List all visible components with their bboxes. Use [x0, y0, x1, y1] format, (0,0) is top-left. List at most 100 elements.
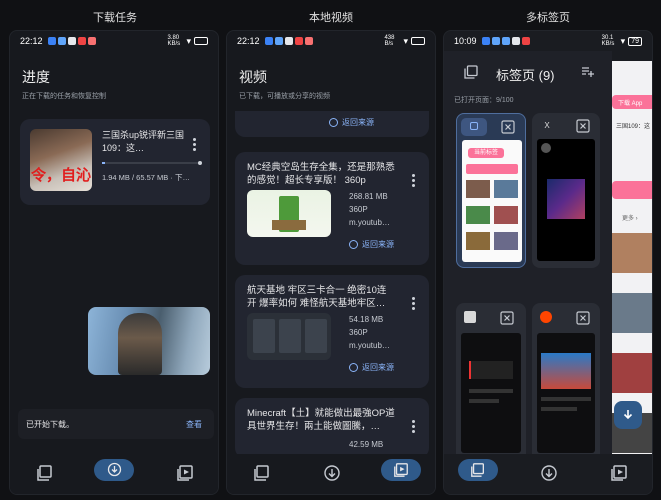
download-icon[interactable]	[540, 464, 558, 482]
tabs-icon[interactable]	[253, 464, 271, 482]
tab-switcher-panel: 标签页 (9) 已打开页面：9/100 当前标签 X	[444, 51, 612, 463]
video-library-icon[interactable]	[610, 464, 628, 482]
video-source: m.youtub…	[349, 218, 390, 227]
bottom-nav	[10, 454, 218, 494]
tab-favicon	[461, 118, 487, 136]
mini-video-player[interactable]	[88, 307, 210, 375]
notification-icons	[264, 37, 313, 45]
video-card-partial: 返回来源	[235, 111, 429, 137]
battery-icon: 79	[628, 36, 642, 46]
status-right: 30.1 KB/s ▾ 79	[602, 35, 642, 47]
download-progress-bar	[102, 161, 202, 165]
tab-card[interactable]	[456, 303, 526, 463]
close-tab-icon[interactable]	[576, 119, 590, 133]
status-time: 22:12	[237, 36, 260, 46]
more-icon[interactable]	[411, 297, 415, 310]
tabs-icon[interactable]	[36, 464, 54, 482]
more-icon[interactable]	[411, 420, 415, 433]
bg-pink-bar	[612, 181, 652, 199]
download-icon	[623, 410, 633, 420]
snackbar-text: 已开始下载。	[26, 420, 74, 429]
bottom-nav	[227, 454, 435, 494]
close-tab-icon[interactable]	[500, 311, 514, 325]
video-library-icon[interactable]	[176, 464, 194, 482]
network-speed: 30.1 KB/s	[601, 35, 615, 47]
tabs-count-title: 标签页 (9)	[496, 68, 555, 83]
nav-downloads-active[interactable]	[94, 459, 134, 481]
notification-icons	[47, 37, 96, 45]
bg-more: 更多 ›	[622, 216, 638, 222]
nav-videos-active[interactable]	[381, 459, 421, 481]
tab-overview-icon[interactable]	[464, 65, 478, 79]
video-title: 航天基地 牢区三卡合一 绝密10连开 爆率如何 难怪航天基地牢区…	[247, 285, 387, 309]
back-to-source-link[interactable]: 返回来源	[349, 362, 394, 373]
battery-icon	[411, 37, 425, 45]
network-speed: 438 B/s	[384, 35, 395, 47]
more-icon[interactable]	[411, 174, 415, 187]
thumbnail-text: 令，自沁	[30, 167, 91, 184]
open-pages-count: 已打开页面：9/100	[454, 97, 514, 104]
video-thumbnail	[247, 190, 331, 237]
tab-preview: 当前标签	[462, 140, 522, 262]
network-speed: 3.80 KB/s	[167, 35, 181, 47]
wifi-icon: ▾	[620, 35, 626, 46]
back-to-source-link[interactable]: 返回来源	[349, 239, 394, 250]
download-icon	[107, 462, 122, 477]
tab-card-active[interactable]: 当前标签	[456, 113, 526, 268]
status-bar: 22:12 3.80 KB/s ▾	[10, 31, 218, 51]
video-size: 54.18 MB	[349, 315, 384, 324]
more-icon[interactable]	[192, 138, 196, 151]
snackbar-view-button[interactable]: 查看	[186, 419, 202, 430]
page-title: 视频	[239, 69, 267, 85]
video-card[interactable]: Minecraft【土】就能做出最強OP道具世界生存！兩土能做圖騰，… 42.5…	[235, 398, 429, 458]
tab-preview	[537, 333, 595, 453]
tabs-icon	[471, 463, 484, 477]
download-card[interactable]: 令，自沁 三国杀up锐评新三国109：这… 1.94 MB / 65.57 MB…	[20, 119, 210, 205]
phone-tabs: 下载 App 三国109：这 更多 › 10:09 30.1 KB/s ▾ 79…	[443, 30, 653, 495]
video-size: 42.59 MB	[349, 440, 384, 449]
bg-text: 三国109：这	[616, 124, 651, 130]
tab-card[interactable]: X	[532, 113, 600, 268]
status-right: 3.80 KB/s ▾	[167, 35, 208, 47]
close-tab-icon[interactable]	[501, 120, 515, 134]
video-card[interactable]: MC经典空岛生存全集，还是那熟悉的感觉！超长专享版！ 360p 268.81 M…	[235, 152, 429, 265]
video-source: m.youtub…	[349, 341, 390, 350]
battery-icon	[194, 37, 208, 45]
video-library-icon	[394, 463, 408, 477]
download-thumbnail: 令，自沁	[30, 129, 92, 191]
video-card[interactable]: 航天基地 牢区三卡合一 绝密10连开 爆率如何 难怪航天基地牢区… 54.18 …	[235, 275, 429, 388]
globe-icon	[349, 240, 358, 249]
status-time: 22:12	[20, 36, 43, 46]
wifi-icon: ▾	[186, 35, 191, 46]
tab-preview	[537, 139, 595, 261]
globe-icon	[349, 363, 358, 372]
download-size: 1.94 MB / 65.57 MB · 下…	[102, 173, 190, 182]
bottom-nav	[444, 454, 652, 494]
new-tab-icon[interactable]	[580, 65, 594, 79]
phone-local-videos: 22:12 438 B/s ▾ 视频 已下载，可播放或分享的视频 返回来源 MC…	[226, 30, 436, 495]
phone-downloads: 22:12 3.80 KB/s ▾ 进度 正在下载的任务和恢复控制 令，自沁 三…	[9, 30, 219, 495]
nav-tabs-active[interactable]	[458, 459, 498, 481]
back-to-source-link[interactable]: 返回来源	[329, 117, 374, 128]
download-icon[interactable]	[323, 464, 341, 482]
caption-downloads: 下载任务	[93, 12, 137, 24]
tab-favicon	[464, 311, 476, 323]
caption-tabs: 多标签页	[526, 12, 570, 24]
video-thumbnail	[247, 313, 331, 360]
current-tab-badge: 当前标签	[468, 148, 504, 158]
bg-thumb	[612, 293, 652, 333]
fab-download[interactable]	[614, 401, 642, 429]
caption-local-videos: 本地视频	[309, 12, 353, 24]
status-time: 10:09	[454, 36, 477, 46]
video-title: MC经典空岛生存全集，还是那熟悉的感觉！超长专享版！ 360p	[247, 162, 395, 186]
snackbar: 已开始下载。 查看	[18, 409, 214, 439]
video-resolution: 360P	[349, 328, 368, 337]
tab-card[interactable]	[532, 303, 600, 463]
notification-icons	[481, 37, 530, 45]
bg-thumb	[612, 353, 652, 393]
video-size: 268.81 MB	[349, 192, 388, 201]
download-progress-fill	[102, 162, 105, 164]
video-title: Minecraft【土】就能做出最強OP道具世界生存！兩土能做圖騰，…	[247, 408, 395, 432]
close-tab-icon[interactable]	[576, 311, 590, 325]
video-resolution: 360P	[349, 205, 368, 214]
